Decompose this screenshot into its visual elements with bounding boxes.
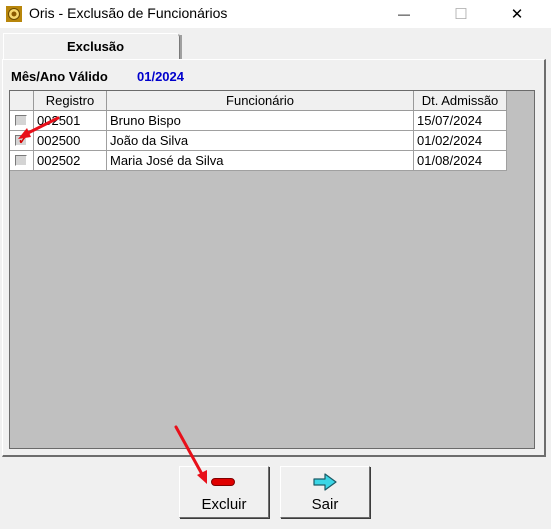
cell-funcionario[interactable]: Maria José da Silva	[107, 151, 414, 171]
excluir-button-label: Excluir	[201, 496, 247, 513]
cell-registro[interactable]: 002501	[34, 111, 107, 131]
maximize-button[interactable]: ☐	[438, 0, 484, 28]
period-label: Mês/Ano Válido	[11, 69, 108, 84]
close-button[interactable]: ✕	[494, 0, 540, 28]
maximize-icon: ☐	[454, 6, 468, 23]
tab-exclusao[interactable]: Exclusão	[3, 33, 180, 60]
minus-icon	[211, 478, 235, 486]
sair-button-label: Sair	[311, 496, 339, 513]
cell-admissao[interactable]: 01/08/2024	[414, 151, 507, 171]
minimize-icon: —	[398, 7, 410, 21]
tab-shadow	[180, 35, 182, 59]
window-title: Oris - Exclusão de Funcionários	[29, 5, 228, 21]
header-funcionario[interactable]: Funcionário	[107, 91, 414, 111]
check-icon: ✓	[18, 133, 29, 147]
minimize-button[interactable]: —	[381, 0, 427, 28]
oris-app-icon	[6, 6, 22, 22]
row-checkbox-cell[interactable]: ✓	[10, 131, 34, 151]
period-value: 01/2024	[137, 69, 184, 84]
row-checkbox[interactable]	[15, 115, 27, 126]
sair-button[interactable]: Sair	[280, 466, 370, 518]
cell-admissao[interactable]: 15/07/2024	[414, 111, 507, 131]
tab-exclusao-label: Exclusão	[67, 39, 125, 54]
row-checkbox-checked[interactable]: ✓	[15, 133, 29, 147]
cell-admissao[interactable]: 01/02/2024	[414, 131, 507, 151]
cell-funcionario[interactable]: Bruno Bispo	[107, 111, 414, 131]
header-registro[interactable]: Registro	[34, 91, 107, 111]
excluir-button[interactable]: Excluir	[179, 466, 269, 518]
cell-funcionario[interactable]: João da Silva	[107, 131, 414, 151]
row-checkbox[interactable]	[15, 155, 27, 166]
header-admissao[interactable]: Dt. Admissão	[414, 91, 507, 111]
row-checkbox-cell[interactable]	[10, 151, 34, 171]
close-icon: ✕	[510, 6, 524, 23]
cell-registro[interactable]: 002500	[34, 131, 107, 151]
cell-registro[interactable]: 002502	[34, 151, 107, 171]
header-checkbox-column	[10, 91, 34, 111]
title-bar: Oris - Exclusão de Funcionários — ☐ ✕	[0, 0, 551, 28]
arrow-right-icon	[313, 473, 337, 491]
row-checkbox-cell[interactable]	[10, 111, 34, 131]
